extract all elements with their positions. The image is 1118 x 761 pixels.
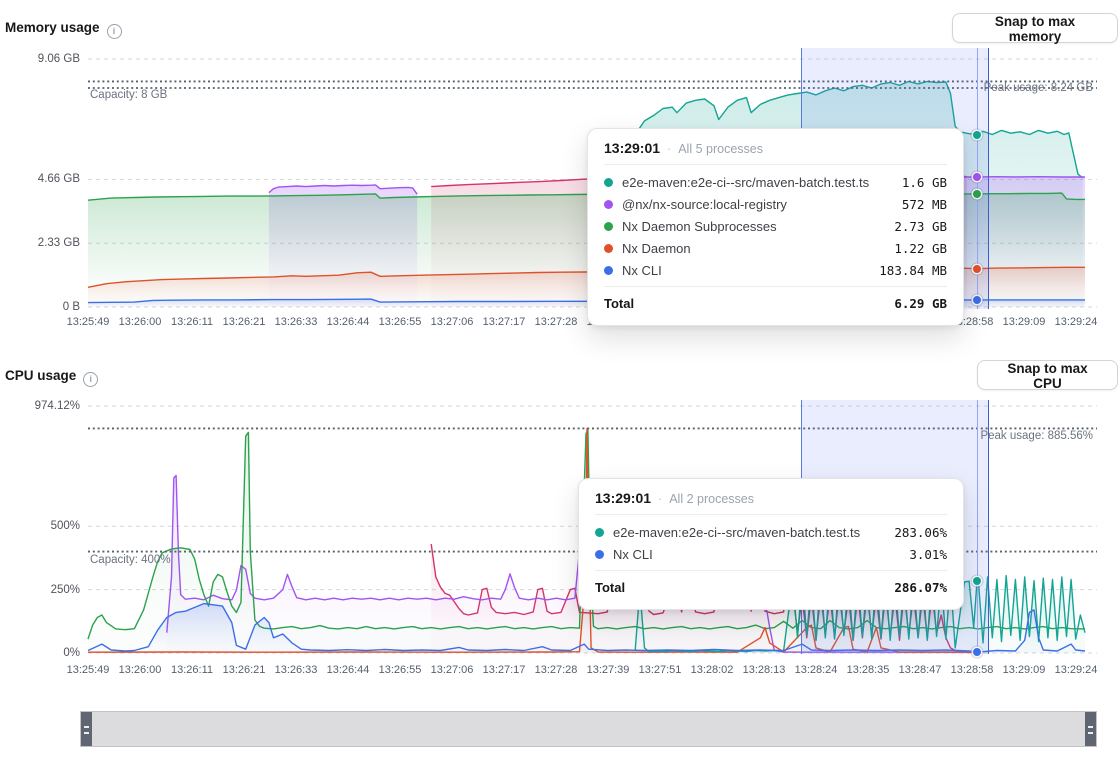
hover-line-cpu <box>977 400 978 654</box>
cpu-peak-label: Peak usage: 885.56% <box>980 430 1093 442</box>
tooltip-header: 13:29:01 · All 5 processes <box>604 140 947 165</box>
memory-hover-dot <box>973 296 981 304</box>
memory-peak-label: Peak usage: 8.24 GB <box>984 82 1093 94</box>
memory-x-tick-label: 13:29:24 <box>1045 316 1107 328</box>
cpu-y-tick-label: 0% <box>0 647 80 659</box>
process-name: e2e-maven:e2e-ci--src/maven-batch.test.t… <box>622 175 902 190</box>
tooltip-process-row: Nx Daemon1.22 GB <box>604 237 947 259</box>
cpu-capacity-label: Capacity: 400% <box>90 554 171 566</box>
cpu-y-tick-label: 250% <box>0 584 80 596</box>
process-name: Nx Daemon <box>622 241 894 256</box>
tooltip-process-row: Nx Daemon Subprocesses2.73 GB <box>604 215 947 237</box>
cpu-y-tick-label: 974.12% <box>0 400 80 412</box>
process-color-dot-icon <box>604 178 613 187</box>
process-name: Nx CLI <box>613 547 909 562</box>
cpu-usage-title-text: CPU usage <box>5 368 76 383</box>
process-value: 572 MB <box>902 197 947 212</box>
process-value: 3.01% <box>909 547 947 562</box>
cpu-usage-title: CPU usage i <box>5 368 98 387</box>
tooltip-total-row: Total6.29 GB <box>604 286 947 316</box>
memory-hover-dot <box>973 265 981 273</box>
process-value: 283.06% <box>894 525 947 540</box>
snap-to-max-cpu-button[interactable]: Snap to max CPU <box>977 360 1118 390</box>
memory-tooltip: 13:29:01 · All 5 processes e2e-maven:e2e-ci… <box>587 128 964 326</box>
memory-capacity-label: Capacity: 8 GB <box>90 89 167 101</box>
tooltip-subtitle: All 5 processes <box>678 142 763 156</box>
process-color-dot-icon <box>604 222 613 231</box>
memory-y-tick-label: 0 B <box>0 301 80 313</box>
brush-grip-icon <box>1088 726 1093 734</box>
process-value: 183.84 MB <box>879 263 947 278</box>
cpu-hover-dot <box>973 577 981 585</box>
process-name: @nx/nx-source:local-registry <box>622 197 902 212</box>
process-value: 1.22 GB <box>894 241 947 256</box>
memory-y-tick-label: 4.66 GB <box>0 173 80 185</box>
tooltip-total-row: Total286.07% <box>595 570 947 600</box>
snap-to-max-memory-button[interactable]: Snap to max memory <box>952 13 1118 43</box>
memory-usage-title: Memory usage i <box>5 20 122 39</box>
process-color-dot-icon <box>604 200 613 209</box>
total-value: 286.07% <box>894 580 947 595</box>
total-label: Total <box>604 296 894 311</box>
process-color-dot-icon <box>595 528 604 537</box>
brush-handle-left[interactable] <box>81 712 92 746</box>
brush-handle-right[interactable] <box>1085 712 1096 746</box>
dot-separator: · <box>667 142 671 156</box>
tooltip-time: 13:29:01 <box>604 140 660 156</box>
cpu-tooltip: 13:29:01 · All 2 processes e2e-maven:e2e-ci… <box>578 478 964 610</box>
process-color-dot-icon <box>595 550 604 559</box>
memory-hover-dot <box>973 190 981 198</box>
total-label: Total <box>595 580 894 595</box>
tooltip-process-row: @nx/nx-source:local-registry572 MB <box>604 193 947 215</box>
tooltip-process-row: Nx CLI183.84 MB <box>604 259 947 281</box>
process-name: e2e-maven:e2e-ci--src/maven-batch.test.t… <box>613 525 894 540</box>
info-icon[interactable]: i <box>107 24 122 39</box>
tooltip-process-row: e2e-maven:e2e-ci--src/maven-batch.test.t… <box>604 171 947 193</box>
tooltip-process-row: e2e-maven:e2e-ci--src/maven-batch.test.t… <box>595 521 947 543</box>
cpu-y-tick-label: 500% <box>0 520 80 532</box>
process-value: 2.73 GB <box>894 219 947 234</box>
process-name: Nx CLI <box>622 263 879 278</box>
tooltip-process-row: Nx CLI3.01% <box>595 543 947 565</box>
tooltip-time: 13:29:01 <box>595 490 651 506</box>
memory-y-tick-label: 9.06 GB <box>0 53 80 65</box>
total-value: 6.29 GB <box>894 296 947 311</box>
memory-usage-title-text: Memory usage <box>5 20 100 35</box>
brush-grip-icon <box>84 726 89 734</box>
process-value: 1.6 GB <box>902 175 947 190</box>
time-range-brush[interactable] <box>80 711 1097 747</box>
process-color-dot-icon <box>604 244 613 253</box>
process-name: Nx Daemon Subprocesses <box>622 219 894 234</box>
dot-separator: · <box>658 492 662 506</box>
memory-hover-dot <box>973 173 981 181</box>
info-icon[interactable]: i <box>83 372 98 387</box>
memory-hover-dot <box>973 131 981 139</box>
cpu-x-tick-label: 13:29:24 <box>1045 664 1107 676</box>
tooltip-header: 13:29:01 · All 2 processes <box>595 490 947 515</box>
process-color-dot-icon <box>604 266 613 275</box>
tooltip-subtitle: All 2 processes <box>669 492 754 506</box>
memory-y-tick-label: 2.33 GB <box>0 237 80 249</box>
cpu-hover-dot <box>973 648 981 656</box>
